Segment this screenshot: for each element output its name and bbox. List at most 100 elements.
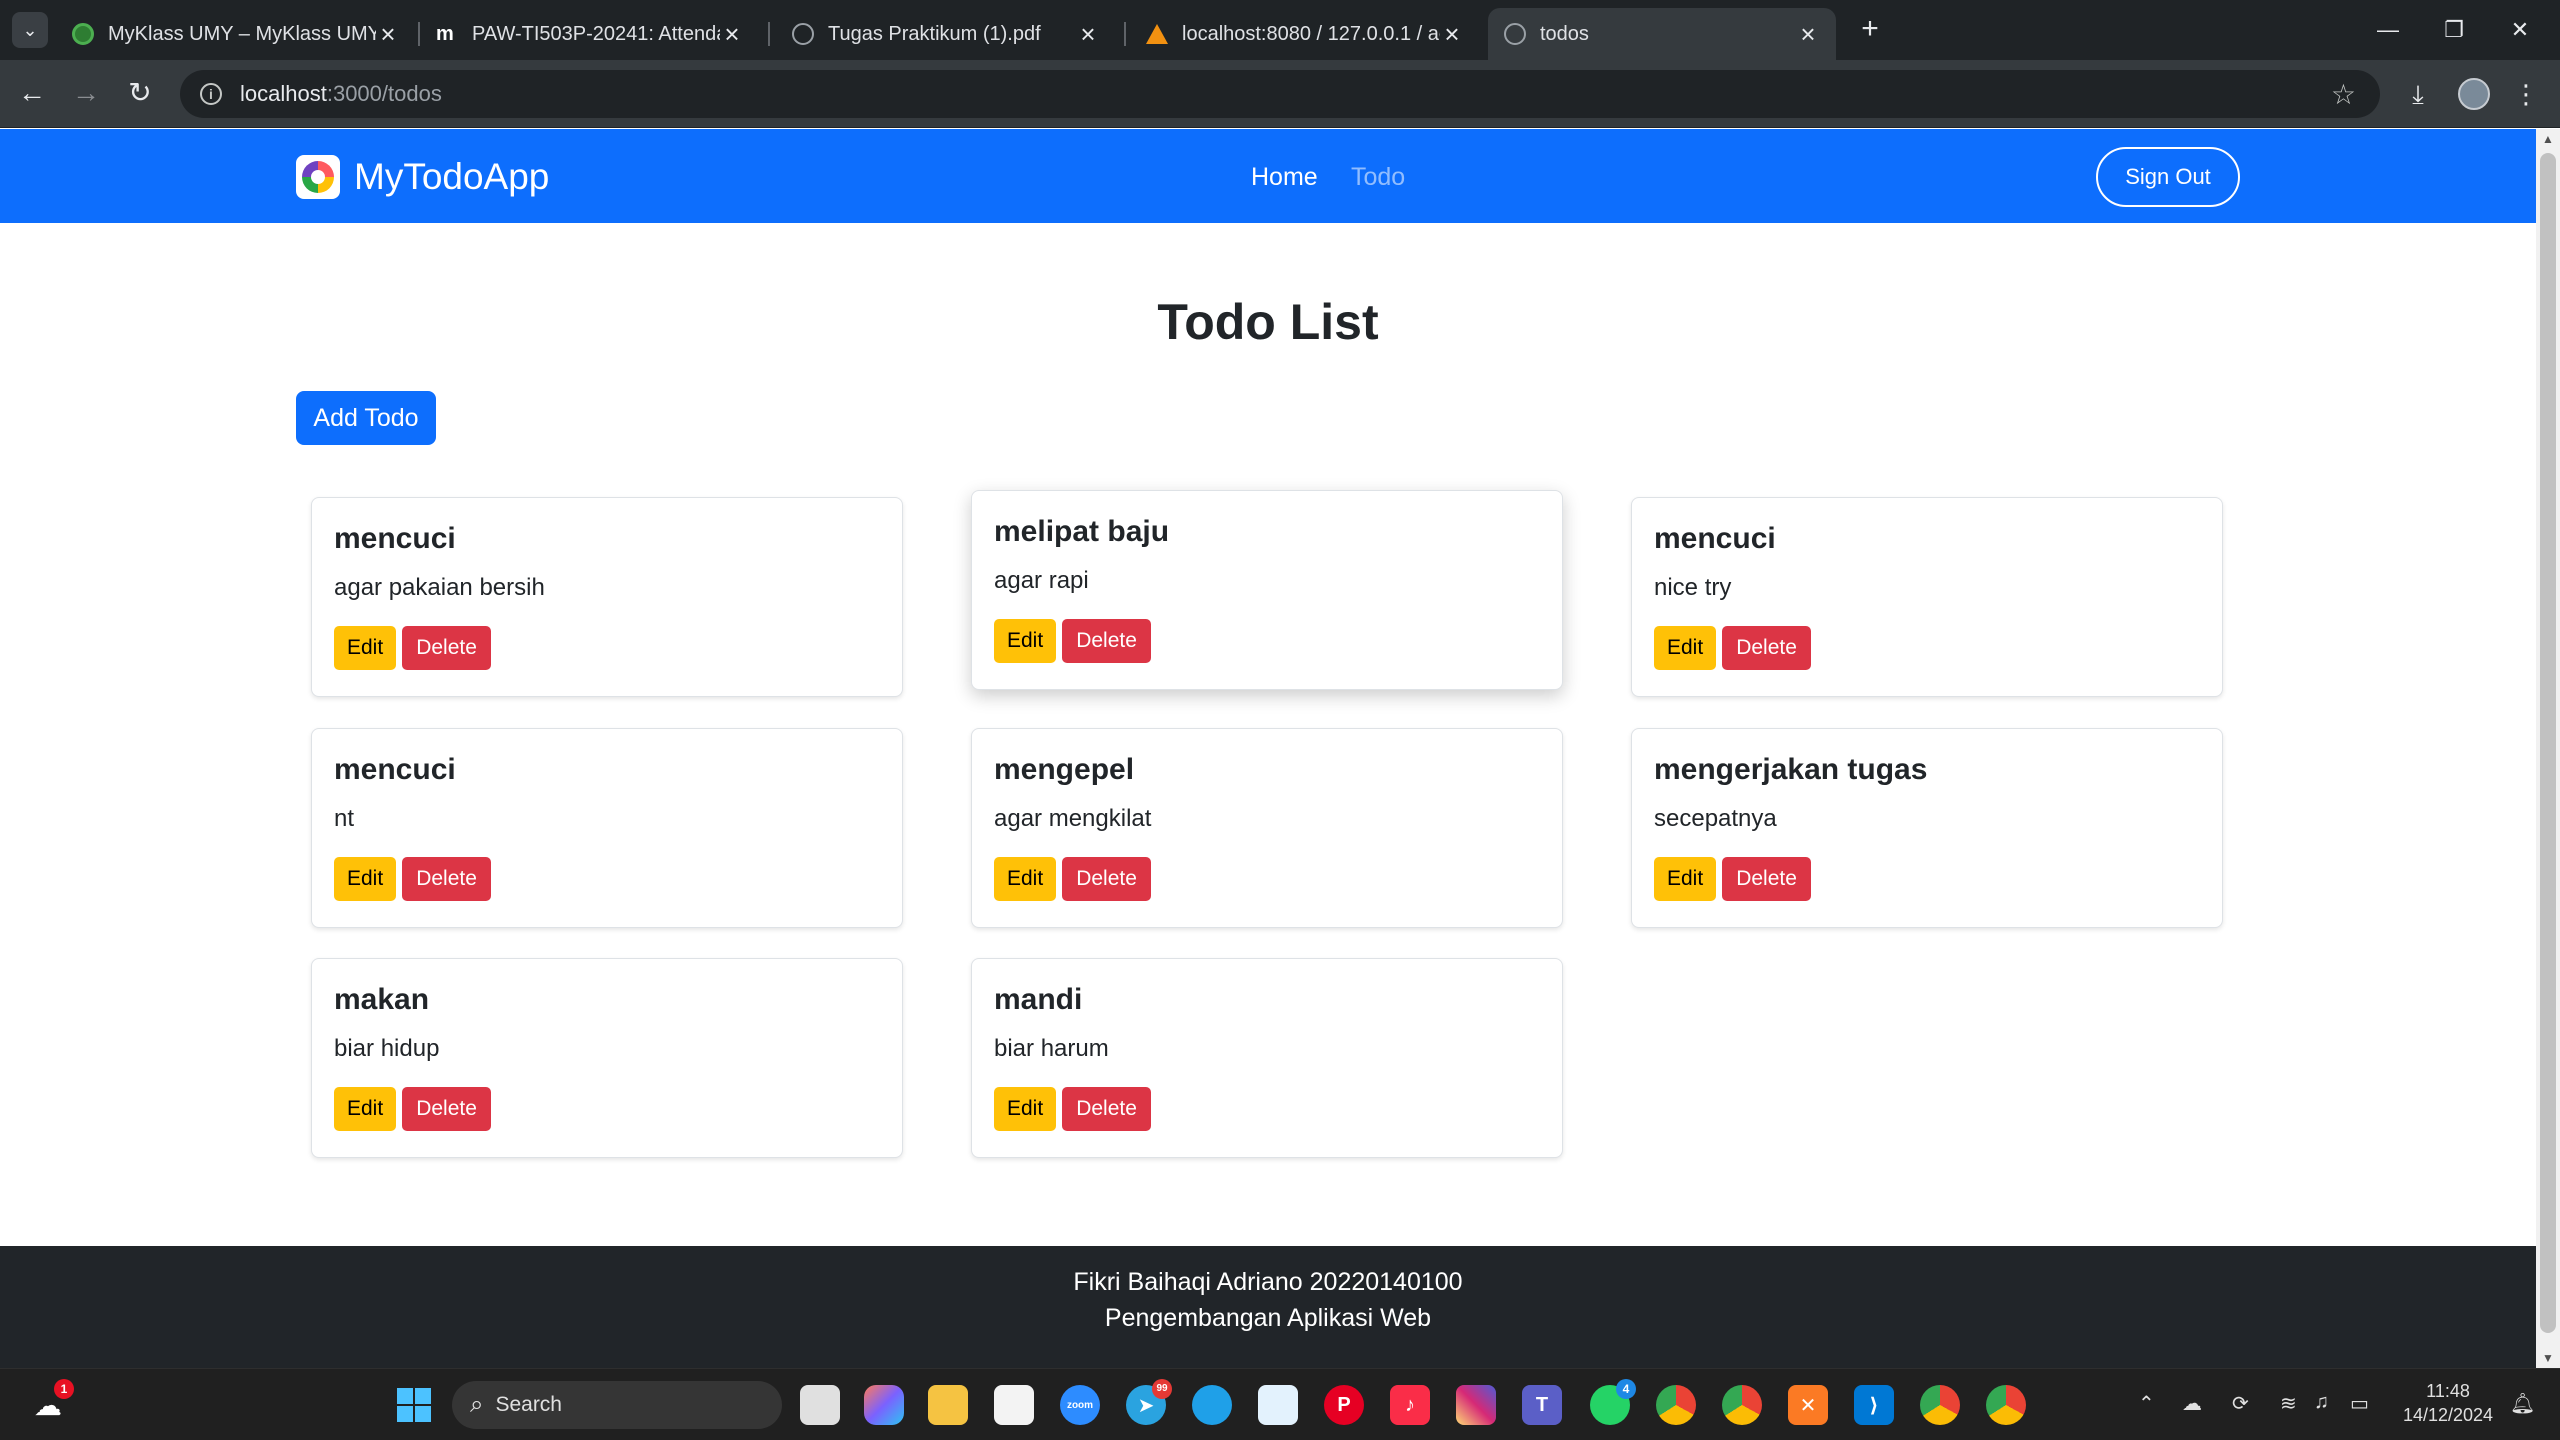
volume-icon[interactable]: ♫: [2314, 1391, 2329, 1414]
chrome-profile-p-icon[interactable]: [1920, 1385, 1960, 1425]
delete-button[interactable]: Delete: [402, 1087, 491, 1131]
download-icon[interactable]: ⤓: [2400, 76, 2436, 112]
copilot-icon[interactable]: [864, 1385, 904, 1425]
page-scrollbar[interactable]: ▲ ▼: [2536, 129, 2560, 1368]
file-explorer-icon[interactable]: [928, 1385, 968, 1425]
delete-button[interactable]: Delete: [1722, 857, 1811, 901]
task-view-icon[interactable]: [800, 1385, 840, 1425]
instagram-icon[interactable]: [1456, 1385, 1496, 1425]
telegram-badge: 99: [1152, 1379, 1172, 1399]
delete-button[interactable]: Delete: [402, 626, 491, 670]
close-icon[interactable]: ×: [720, 19, 744, 50]
edge-icon[interactable]: [1192, 1385, 1232, 1425]
whatsapp-icon[interactable]: 4: [1590, 1379, 1636, 1425]
scroll-thumb[interactable]: [2540, 153, 2556, 1333]
edit-button[interactable]: Edit: [1654, 857, 1717, 901]
todo-card: mencuci agar pakaian bersih Edit Delete: [311, 497, 903, 697]
pinterest-icon[interactable]: P: [1324, 1385, 1364, 1425]
microsoft-store-icon[interactable]: [994, 1385, 1034, 1425]
telegram-icon[interactable]: ➤ 99: [1126, 1379, 1172, 1425]
sync-icon[interactable]: ⟳: [2232, 1391, 2249, 1416]
apple-music-icon[interactable]: ♪: [1390, 1385, 1430, 1425]
weather-icon[interactable]: ☁ 1: [28, 1379, 74, 1425]
page-footer: Fikri Baihaqi Adriano 20220140100 Pengem…: [0, 1246, 2536, 1368]
edit-button[interactable]: Edit: [994, 1087, 1057, 1131]
myklass-favicon-icon: [72, 23, 94, 45]
edit-button[interactable]: Edit: [994, 619, 1057, 663]
xampp-icon[interactable]: ✕: [1788, 1385, 1828, 1425]
reload-icon[interactable]: ↻: [122, 76, 158, 112]
delete-button[interactable]: Delete: [402, 857, 491, 901]
battery-icon[interactable]: ▭: [2350, 1391, 2369, 1416]
close-window-icon[interactable]: ✕: [2490, 12, 2550, 48]
close-icon[interactable]: ×: [1440, 19, 1464, 50]
zoom-icon[interactable]: zoom: [1060, 1385, 1100, 1425]
whatsapp-badge: 4: [1616, 1379, 1636, 1399]
todo-card: mencuci nice try Edit Delete: [1631, 497, 2223, 697]
back-arrow-icon[interactable]: ←: [14, 76, 50, 112]
tab-title: todos: [1540, 22, 1589, 45]
tab-pdf[interactable]: Tugas Praktikum (1).pdf ×: [776, 8, 1116, 60]
address-bar[interactable]: i localhost:3000/todos ☆: [180, 70, 2380, 118]
search-icon: ⌕: [470, 1391, 484, 1418]
close-icon[interactable]: ×: [1076, 19, 1100, 50]
tab-myklass[interactable]: MyKlass UMY – MyKlass UMY ×: [56, 8, 416, 60]
edit-button[interactable]: Edit: [1654, 626, 1717, 670]
notepad-icon[interactable]: [1258, 1385, 1298, 1425]
search-placeholder: Search: [495, 1393, 562, 1416]
tab-search-chevron-icon[interactable]: ⌄: [12, 12, 48, 48]
teams-icon[interactable]: T: [1522, 1385, 1562, 1425]
sign-out-button[interactable]: Sign Out: [2096, 147, 2240, 207]
chrome-profile-icon[interactable]: [1722, 1385, 1762, 1425]
taskbar-search[interactable]: ⌕ Search: [452, 1381, 782, 1429]
delete-button[interactable]: Delete: [1722, 626, 1811, 670]
minimize-icon[interactable]: —: [2358, 12, 2418, 48]
notification-bell-icon[interactable]: 🔔︎: [2510, 1391, 2535, 1416]
wifi-icon[interactable]: ≋: [2280, 1391, 2297, 1416]
more-menu-icon[interactable]: ⋮: [2508, 76, 2544, 112]
tab-todos-active[interactable]: todos ×: [1488, 8, 1836, 60]
tab-phpmyadmin[interactable]: localhost:8080 / 127.0.0.1 / acc ×: [1130, 8, 1480, 60]
todo-description: agar mengkilat: [994, 805, 1152, 832]
vscode-icon[interactable]: ⟩: [1854, 1385, 1894, 1425]
site-info-icon[interactable]: i: [200, 83, 222, 105]
chrome-icon[interactable]: [1656, 1385, 1696, 1425]
todo-description: nice try: [1654, 574, 1732, 601]
add-todo-button[interactable]: Add Todo: [296, 391, 436, 445]
nav-link-todo[interactable]: Todo: [1351, 163, 1405, 192]
profile-avatar[interactable]: [2458, 78, 2490, 110]
todo-card: melipat baju agar rapi Edit Delete: [971, 490, 1563, 690]
onedrive-icon[interactable]: ☁: [2182, 1391, 2202, 1416]
edit-button[interactable]: Edit: [334, 857, 397, 901]
edit-button[interactable]: Edit: [994, 857, 1057, 901]
edit-button[interactable]: Edit: [334, 1087, 397, 1131]
app-logo-icon: [296, 155, 340, 199]
delete-button[interactable]: Delete: [1062, 857, 1151, 901]
todo-title: mencuci: [1654, 522, 1776, 555]
brand[interactable]: MyTodoApp: [296, 155, 549, 199]
forward-arrow-icon[interactable]: →: [68, 76, 104, 112]
delete-button[interactable]: Delete: [1062, 1087, 1151, 1131]
todo-card: mengepel agar mengkilat Edit Delete: [971, 728, 1563, 928]
windows-start-icon[interactable]: [394, 1385, 434, 1425]
nav-link-home[interactable]: Home: [1251, 163, 1318, 192]
scroll-up-arrow-icon[interactable]: ▲: [2536, 129, 2560, 149]
tab-attendance[interactable]: m PAW-TI503P-20241: Attendance ×: [420, 8, 760, 60]
tray-chevron-up-icon[interactable]: ⌃: [2138, 1391, 2155, 1416]
tab-title: MyKlass UMY – MyKlass UMY: [108, 22, 376, 45]
delete-button[interactable]: Delete: [1062, 619, 1151, 663]
close-icon[interactable]: ×: [1796, 19, 1820, 50]
taskbar-clock[interactable]: 11:48 14/12/2024: [2398, 1379, 2498, 1427]
bookmark-star-icon[interactable]: ☆: [2331, 78, 2356, 111]
new-tab-button[interactable]: +: [1852, 12, 1888, 48]
todo-card: mandi biar harum Edit Delete: [971, 958, 1563, 1158]
clock-date: 14/12/2024: [2402, 1405, 2494, 1425]
page-viewport: MyTodoApp Home Todo Sign Out Todo List A…: [0, 129, 2536, 1368]
close-icon[interactable]: ×: [376, 19, 400, 50]
restore-icon[interactable]: ❐: [2424, 12, 2484, 48]
brand-name: MyTodoApp: [354, 156, 550, 197]
tab-title: PAW-TI503P-20241: Attendance: [472, 22, 720, 45]
chrome-profile-alt-icon[interactable]: [1986, 1385, 2026, 1425]
scroll-down-arrow-icon[interactable]: ▼: [2536, 1348, 2560, 1368]
edit-button[interactable]: Edit: [334, 626, 397, 670]
